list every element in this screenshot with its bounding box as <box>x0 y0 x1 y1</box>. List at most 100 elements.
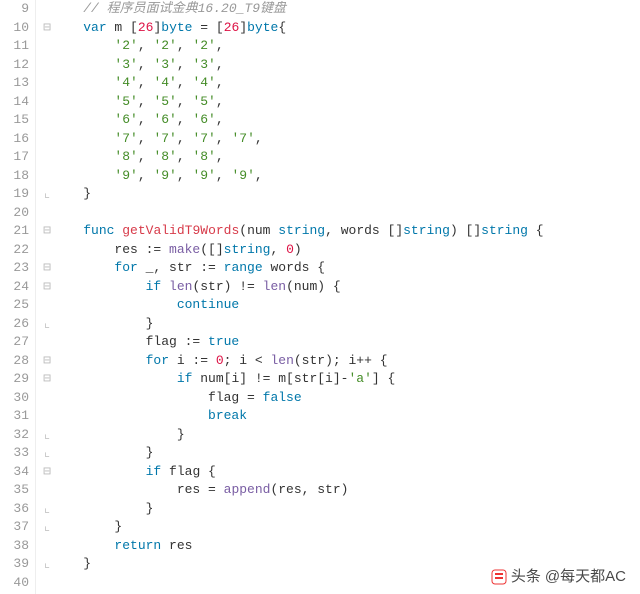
fold-marker: ⌞ <box>42 500 52 519</box>
fold-marker: ⌞ <box>42 555 52 574</box>
line-number: 22 <box>0 241 29 260</box>
line-number: 35 <box>0 481 29 500</box>
line-number: 36 <box>0 500 29 519</box>
watermark: 头条 @每天都AC <box>487 566 630 589</box>
fold-marker <box>42 130 52 149</box>
code-area: // 程序员面试金典16.20_T9键盘⊟ var m [26]byte = [… <box>36 0 544 594</box>
line-number: 15 <box>0 111 29 130</box>
fold-marker <box>42 481 52 500</box>
fold-marker[interactable]: ⊟ <box>42 259 52 278</box>
code-line: flag = false <box>42 389 544 408</box>
code-line: ⊟ func getValidT9Words(num string, words… <box>42 222 544 241</box>
fold-marker <box>42 93 52 112</box>
watermark-label: 头条 <box>511 568 541 587</box>
code-line <box>42 574 544 593</box>
code-line: '7', '7', '7', '7', <box>42 130 544 149</box>
line-number: 39 <box>0 555 29 574</box>
fold-marker: ⌞ <box>42 426 52 445</box>
line-number: 11 <box>0 37 29 56</box>
line-number: 37 <box>0 518 29 537</box>
line-number: 20 <box>0 204 29 223</box>
code-line: ⊟ if num[i] != m[str[i]-'a'] { <box>42 370 544 389</box>
fold-marker[interactable]: ⊟ <box>42 370 52 389</box>
code-line: ⊟ var m [26]byte = [26]byte{ <box>42 19 544 38</box>
code-line: ⌞ } <box>42 315 544 334</box>
fold-marker <box>42 241 52 260</box>
fold-marker[interactable]: ⊟ <box>42 352 52 371</box>
line-number: 38 <box>0 537 29 556</box>
line-number: 18 <box>0 167 29 186</box>
line-number: 23 <box>0 259 29 278</box>
line-number: 33 <box>0 444 29 463</box>
code-line: ⊟ for i := 0; i < len(str); i++ { <box>42 352 544 371</box>
fold-marker: ⌞ <box>42 518 52 537</box>
fold-marker <box>42 537 52 556</box>
fold-marker <box>42 74 52 93</box>
line-number: 10 <box>0 19 29 38</box>
line-number: 24 <box>0 278 29 297</box>
line-number: 17 <box>0 148 29 167</box>
line-number: 19 <box>0 185 29 204</box>
code-line: ⌞ } <box>42 185 544 204</box>
code-editor: 9101112131415161718192021222324252627282… <box>0 0 640 594</box>
code-line: ⊟ if len(str) != len(num) { <box>42 278 544 297</box>
fold-marker <box>42 574 52 593</box>
line-number: 30 <box>0 389 29 408</box>
fold-marker[interactable]: ⊟ <box>42 278 52 297</box>
code-line: '9', '9', '9', '9', <box>42 167 544 186</box>
code-line: '8', '8', '8', <box>42 148 544 167</box>
fold-marker[interactable]: ⊟ <box>42 463 52 482</box>
code-line: res = append(res, str) <box>42 481 544 500</box>
code-line: ⌞ } <box>42 444 544 463</box>
code-line: '2', '2', '2', <box>42 37 544 56</box>
fold-marker <box>42 167 52 186</box>
line-number: 32 <box>0 426 29 445</box>
code-line: continue <box>42 296 544 315</box>
fold-marker <box>42 333 52 352</box>
line-number: 31 <box>0 407 29 426</box>
line-number: 16 <box>0 130 29 149</box>
line-number: 9 <box>0 0 29 19</box>
code-line: '4', '4', '4', <box>42 74 544 93</box>
code-line: flag := true <box>42 333 544 352</box>
line-number: 13 <box>0 74 29 93</box>
code-line: '5', '5', '5', <box>42 93 544 112</box>
fold-marker <box>42 111 52 130</box>
code-line: ⌞ } <box>42 518 544 537</box>
fold-marker <box>42 56 52 75</box>
line-number: 28 <box>0 352 29 371</box>
line-number: 40 <box>0 574 29 593</box>
fold-marker <box>42 0 52 19</box>
code-line: // 程序员面试金典16.20_T9键盘 <box>42 0 544 19</box>
line-number: 34 <box>0 463 29 482</box>
code-line: return res <box>42 537 544 556</box>
code-line: res := make([]string, 0) <box>42 241 544 260</box>
fold-marker: ⌞ <box>42 185 52 204</box>
fold-marker <box>42 389 52 408</box>
fold-marker <box>42 296 52 315</box>
fold-marker: ⌞ <box>42 315 52 334</box>
code-line: ⌞ } <box>42 555 544 574</box>
line-number: 12 <box>0 56 29 75</box>
line-number: 26 <box>0 315 29 334</box>
fold-marker: ⌞ <box>42 444 52 463</box>
fold-marker <box>42 37 52 56</box>
line-number: 25 <box>0 296 29 315</box>
line-number-gutter: 9101112131415161718192021222324252627282… <box>0 0 36 594</box>
code-line: ⊟ for _, str := range words { <box>42 259 544 278</box>
line-number: 14 <box>0 93 29 112</box>
code-line: ⌞ } <box>42 500 544 519</box>
line-number: 29 <box>0 370 29 389</box>
fold-marker[interactable]: ⊟ <box>42 19 52 38</box>
code-line <box>42 204 544 223</box>
code-line: break <box>42 407 544 426</box>
watermark-handle: @每天都AC <box>545 568 626 587</box>
code-line: ⌞ } <box>42 426 544 445</box>
fold-marker[interactable]: ⊟ <box>42 222 52 241</box>
line-number: 21 <box>0 222 29 241</box>
fold-marker <box>42 407 52 426</box>
code-line: ⊟ if flag { <box>42 463 544 482</box>
fold-marker <box>42 148 52 167</box>
fold-marker <box>42 204 52 223</box>
toutiao-logo-icon <box>491 569 507 585</box>
